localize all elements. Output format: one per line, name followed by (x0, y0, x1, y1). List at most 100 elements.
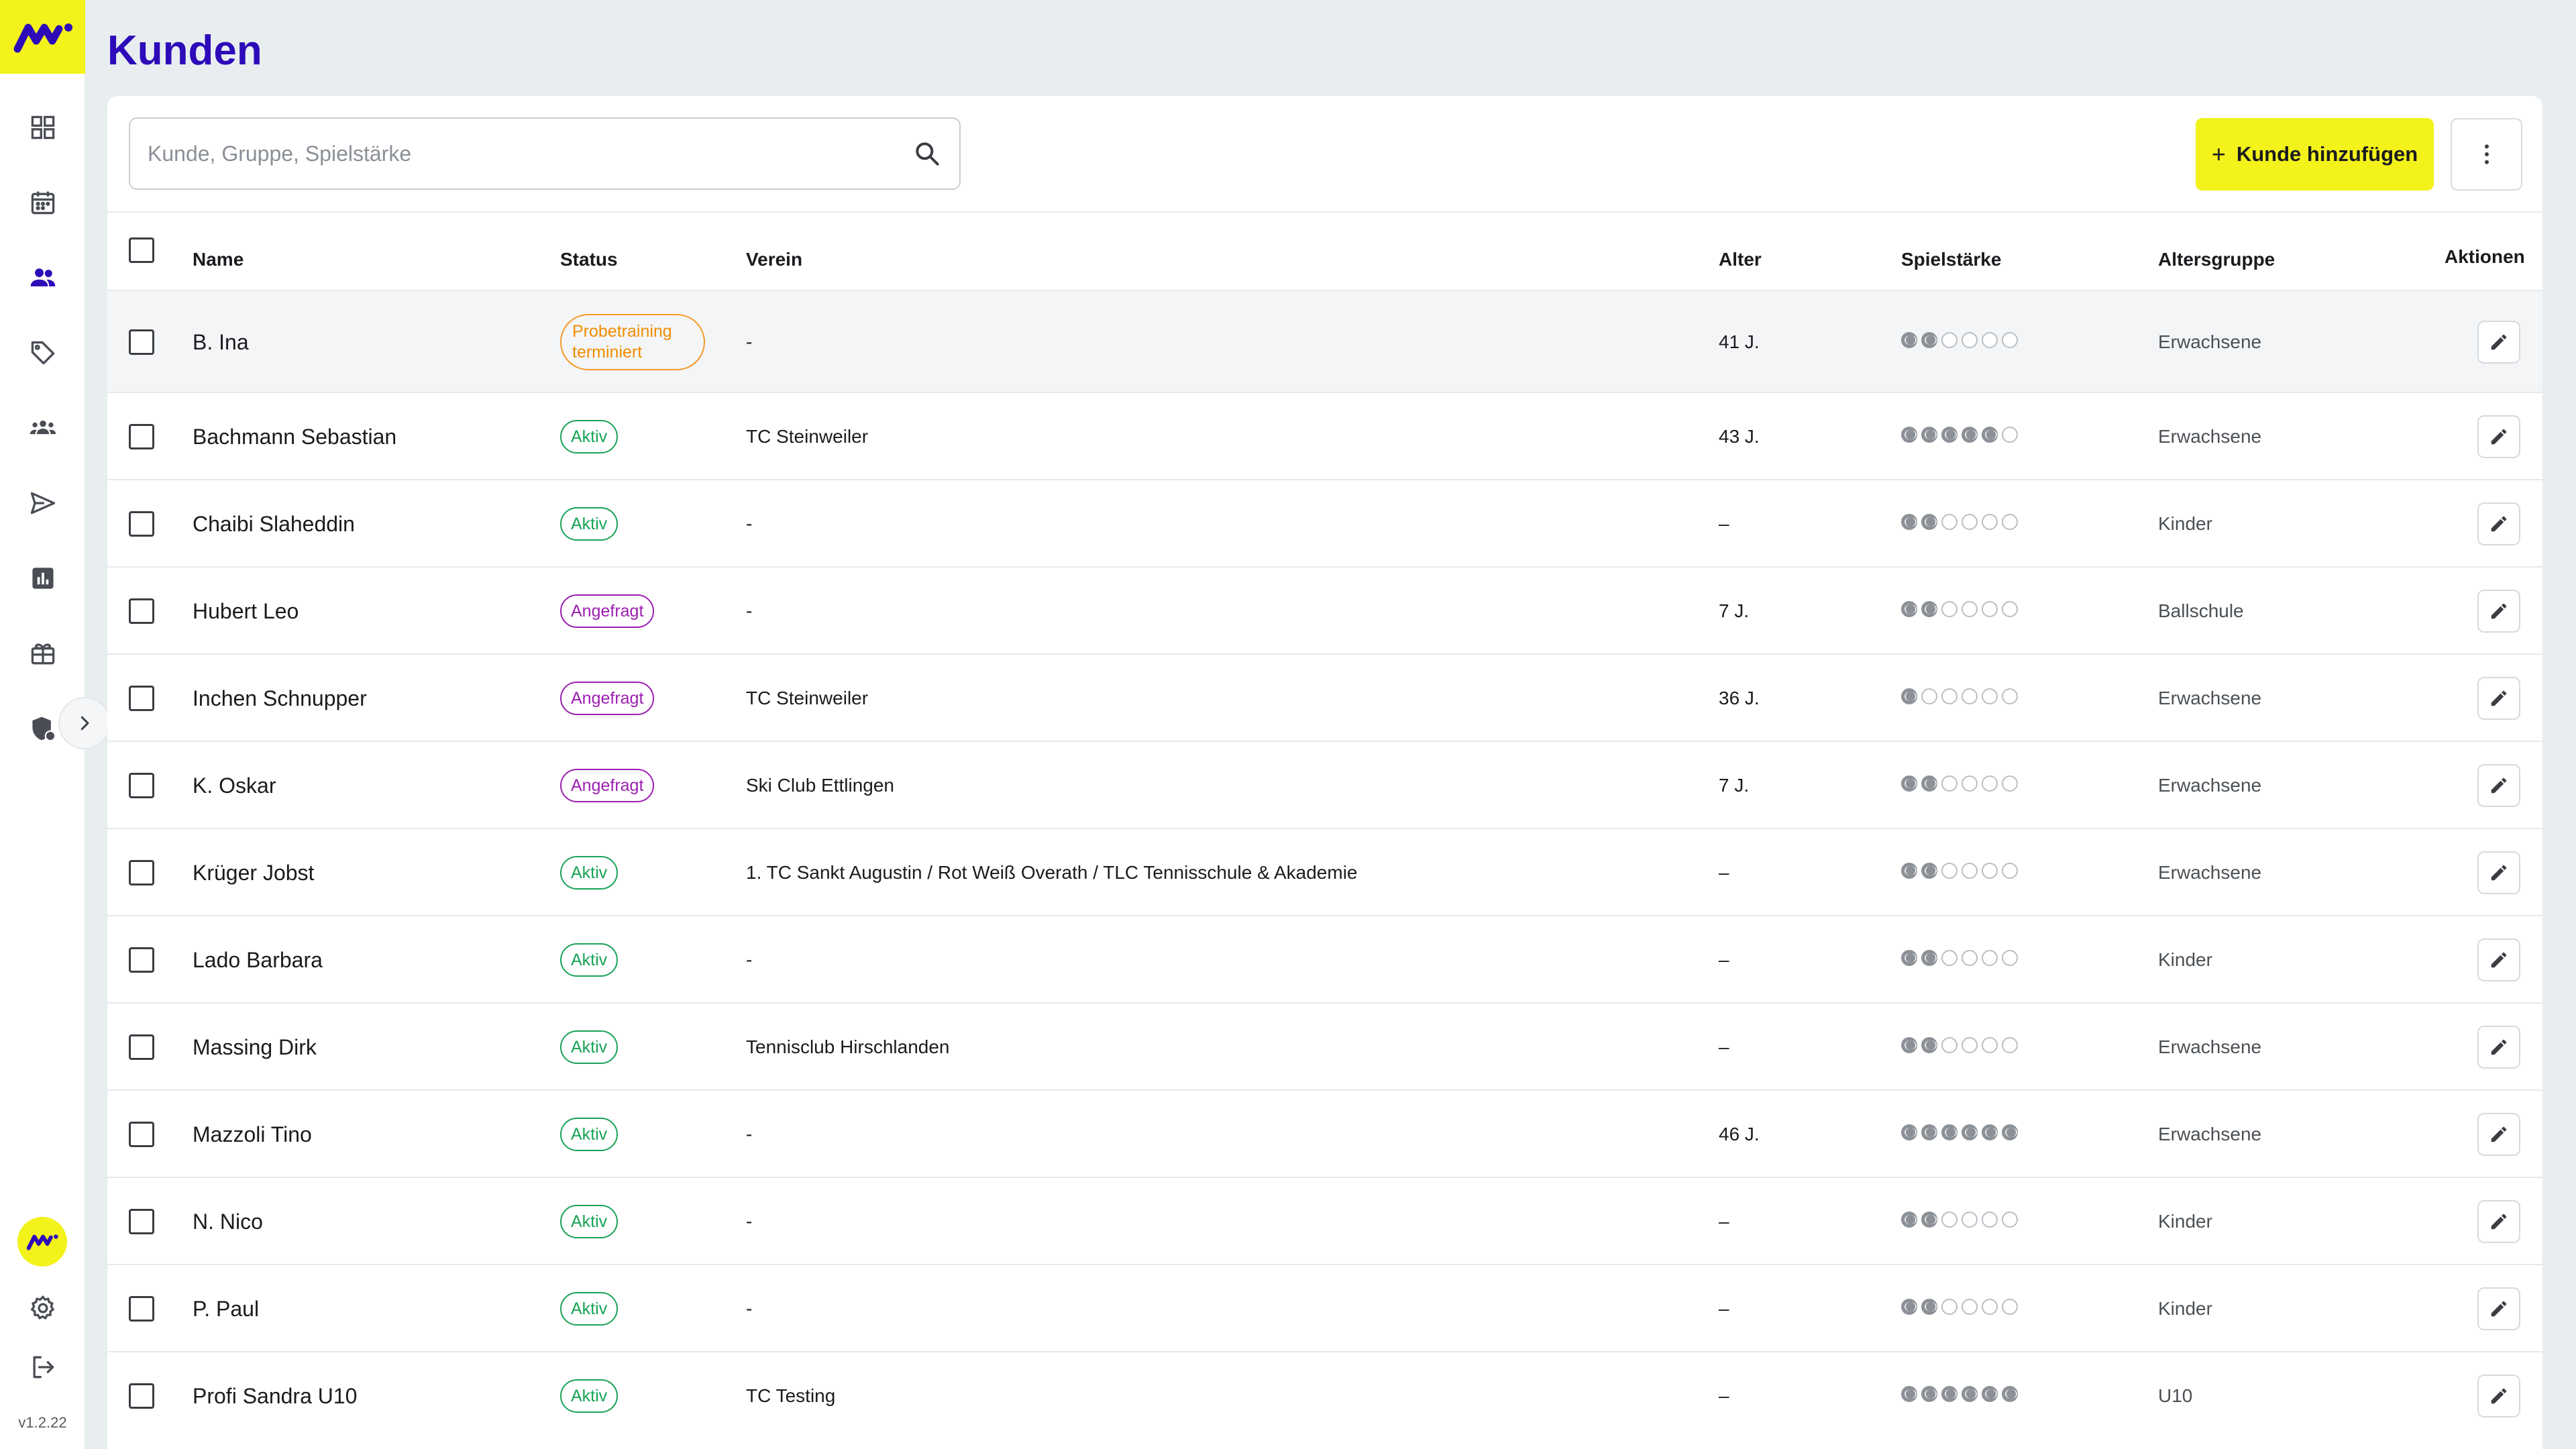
edit-button[interactable] (2477, 1026, 2520, 1069)
search-field[interactable] (129, 117, 961, 190)
customer-age: – (1719, 1298, 1729, 1319)
table-row[interactable]: Bachmann Sebastian Aktiv TC Steinweiler 43 … (107, 392, 2542, 479)
pencil-icon (2491, 516, 2507, 532)
ball-filled-icon (1941, 1386, 1957, 1402)
row-checkbox[interactable] (129, 598, 154, 624)
club-name: - (746, 331, 753, 352)
ball-filled-icon (2002, 1124, 2018, 1140)
nav-logout[interactable] (0, 1340, 85, 1394)
edit-button[interactable] (2477, 321, 2520, 364)
column-header-agegroup[interactable]: Altersgruppe (2158, 245, 2275, 274)
row-checkbox[interactable] (129, 511, 154, 537)
row-checkbox[interactable] (129, 1034, 154, 1060)
nav-settings[interactable] (0, 1281, 85, 1335)
nav-dashboard[interactable] (0, 101, 85, 154)
row-checkbox[interactable] (129, 773, 154, 798)
club-name: - (746, 949, 753, 970)
skill-level (1901, 568, 2018, 655)
edit-button[interactable] (2477, 938, 2520, 981)
table-row[interactable]: B. Ina Probetraining terminiert - 41 J. Erwa… (107, 290, 2542, 392)
edit-button[interactable] (2477, 677, 2520, 720)
row-checkbox[interactable] (129, 947, 154, 973)
select-all-checkbox[interactable] (129, 237, 154, 263)
row-checkbox[interactable] (129, 1209, 154, 1234)
customer-name: Lado Barbara (193, 947, 323, 972)
row-checkbox[interactable] (129, 1122, 154, 1147)
ball-filled-icon (1901, 1212, 1917, 1228)
row-checkbox[interactable] (129, 329, 154, 355)
edit-button[interactable] (2477, 590, 2520, 633)
ball-filled-icon (1901, 1386, 1917, 1402)
ball-filled-icon (1921, 1124, 1937, 1140)
add-customer-button[interactable]: + Kunde hinzufügen (2196, 118, 2434, 191)
ball-filled-icon (1901, 688, 1917, 704)
nav-statistics[interactable] (0, 551, 85, 605)
edit-button[interactable] (2477, 1113, 2520, 1156)
edit-button[interactable] (2477, 415, 2520, 458)
club-name: Tennisclub Hirschlanden (746, 1036, 950, 1057)
customer-age: 7 J. (1719, 600, 1750, 621)
column-header-club[interactable]: Verein (746, 245, 802, 274)
row-checkbox[interactable] (129, 686, 154, 711)
table-row[interactable]: Profi Sandra U10 Aktiv TC Testing – U10 (107, 1351, 2542, 1438)
table-row[interactable]: Lado Barbara Aktiv - – Kinder (107, 915, 2542, 1002)
customer-name: N. Nico (193, 1209, 263, 1234)
table-row[interactable]: Chaibi Slaheddin Aktiv - – Kinder (107, 479, 2542, 566)
customer-name: Profi Sandra U10 (193, 1383, 358, 1408)
row-checkbox[interactable] (129, 1296, 154, 1322)
status-cell: Angefragt (560, 742, 655, 829)
brand-logo[interactable] (0, 0, 85, 74)
status-cell: Probetraining terminiert (560, 291, 705, 393)
search-icon[interactable] (912, 139, 942, 168)
nav-tags[interactable] (0, 326, 85, 380)
status-badge: Aktiv (560, 420, 619, 453)
column-header-age[interactable]: Alter (1719, 245, 1762, 274)
nav-customers[interactable] (0, 251, 85, 305)
row-checkbox[interactable] (129, 1383, 154, 1409)
edit-button[interactable] (2477, 1375, 2520, 1417)
table-row[interactable]: P. Paul Aktiv - – Kinder (107, 1264, 2542, 1351)
ball-empty-icon (1962, 1037, 1978, 1053)
ball-filled-icon (1901, 775, 1917, 792)
club-name: TC Testing (746, 1385, 836, 1406)
table-row[interactable]: Mazzoli Tino Aktiv - 46 J. Erwachsene (107, 1089, 2542, 1177)
ball-empty-icon (1982, 1299, 1998, 1315)
table-row[interactable]: K. Oskar Angefragt Ski Club Ettlingen 7 J. E… (107, 741, 2542, 828)
more-options-button[interactable] (2451, 118, 2522, 191)
table-row[interactable]: N. Nico Aktiv - – Kinder (107, 1177, 2542, 1264)
table-row[interactable]: Krüger Jobst Aktiv 1. TC Sankt Augustin / … (107, 828, 2542, 915)
nav-messages[interactable] (0, 476, 85, 530)
age-group: Erwachsene (2158, 331, 2262, 352)
sidebar-expand-button[interactable] (58, 697, 111, 749)
brand-avatar[interactable] (17, 1217, 67, 1267)
table-row[interactable]: Hubert Leo Angefragt - 7 J. Ballschule (107, 566, 2542, 653)
search-input[interactable] (148, 119, 912, 189)
column-header-level[interactable]: Spielstärke (1901, 245, 2001, 274)
column-header-name[interactable]: Name (193, 245, 244, 274)
nav-calendar[interactable] (0, 176, 85, 229)
skill-level (1901, 1265, 2018, 1352)
skill-level (1901, 393, 2018, 480)
table-row[interactable]: Massing Dirk Aktiv Tennisclub Hirschlanden… (107, 1002, 2542, 1089)
ball-filled-icon (1921, 601, 1937, 617)
ball-filled-icon (1921, 863, 1937, 879)
chevron-right-icon (80, 716, 89, 731)
table-row[interactable]: Inchen Schnupper Angefragt TC Steinweiler 3… (107, 653, 2542, 741)
edit-button[interactable] (2477, 1287, 2520, 1330)
ball-empty-icon (1962, 332, 1978, 348)
edit-button[interactable] (2477, 502, 2520, 545)
nav-groups[interactable] (0, 401, 85, 455)
row-checkbox[interactable] (129, 860, 154, 885)
nav-vouchers[interactable] (0, 627, 85, 680)
ball-filled-icon (1962, 1386, 1978, 1402)
column-header-status[interactable]: Status (560, 245, 618, 274)
row-checkbox[interactable] (129, 424, 154, 449)
ball-filled-icon (1982, 427, 1998, 443)
page-title: Kunden (107, 28, 262, 74)
edit-button[interactable] (2477, 851, 2520, 894)
dashboard-icon (31, 115, 54, 140)
ball-empty-icon (1941, 332, 1957, 348)
skill-level (1901, 291, 2018, 393)
edit-button[interactable] (2477, 1200, 2520, 1243)
edit-button[interactable] (2477, 764, 2520, 807)
